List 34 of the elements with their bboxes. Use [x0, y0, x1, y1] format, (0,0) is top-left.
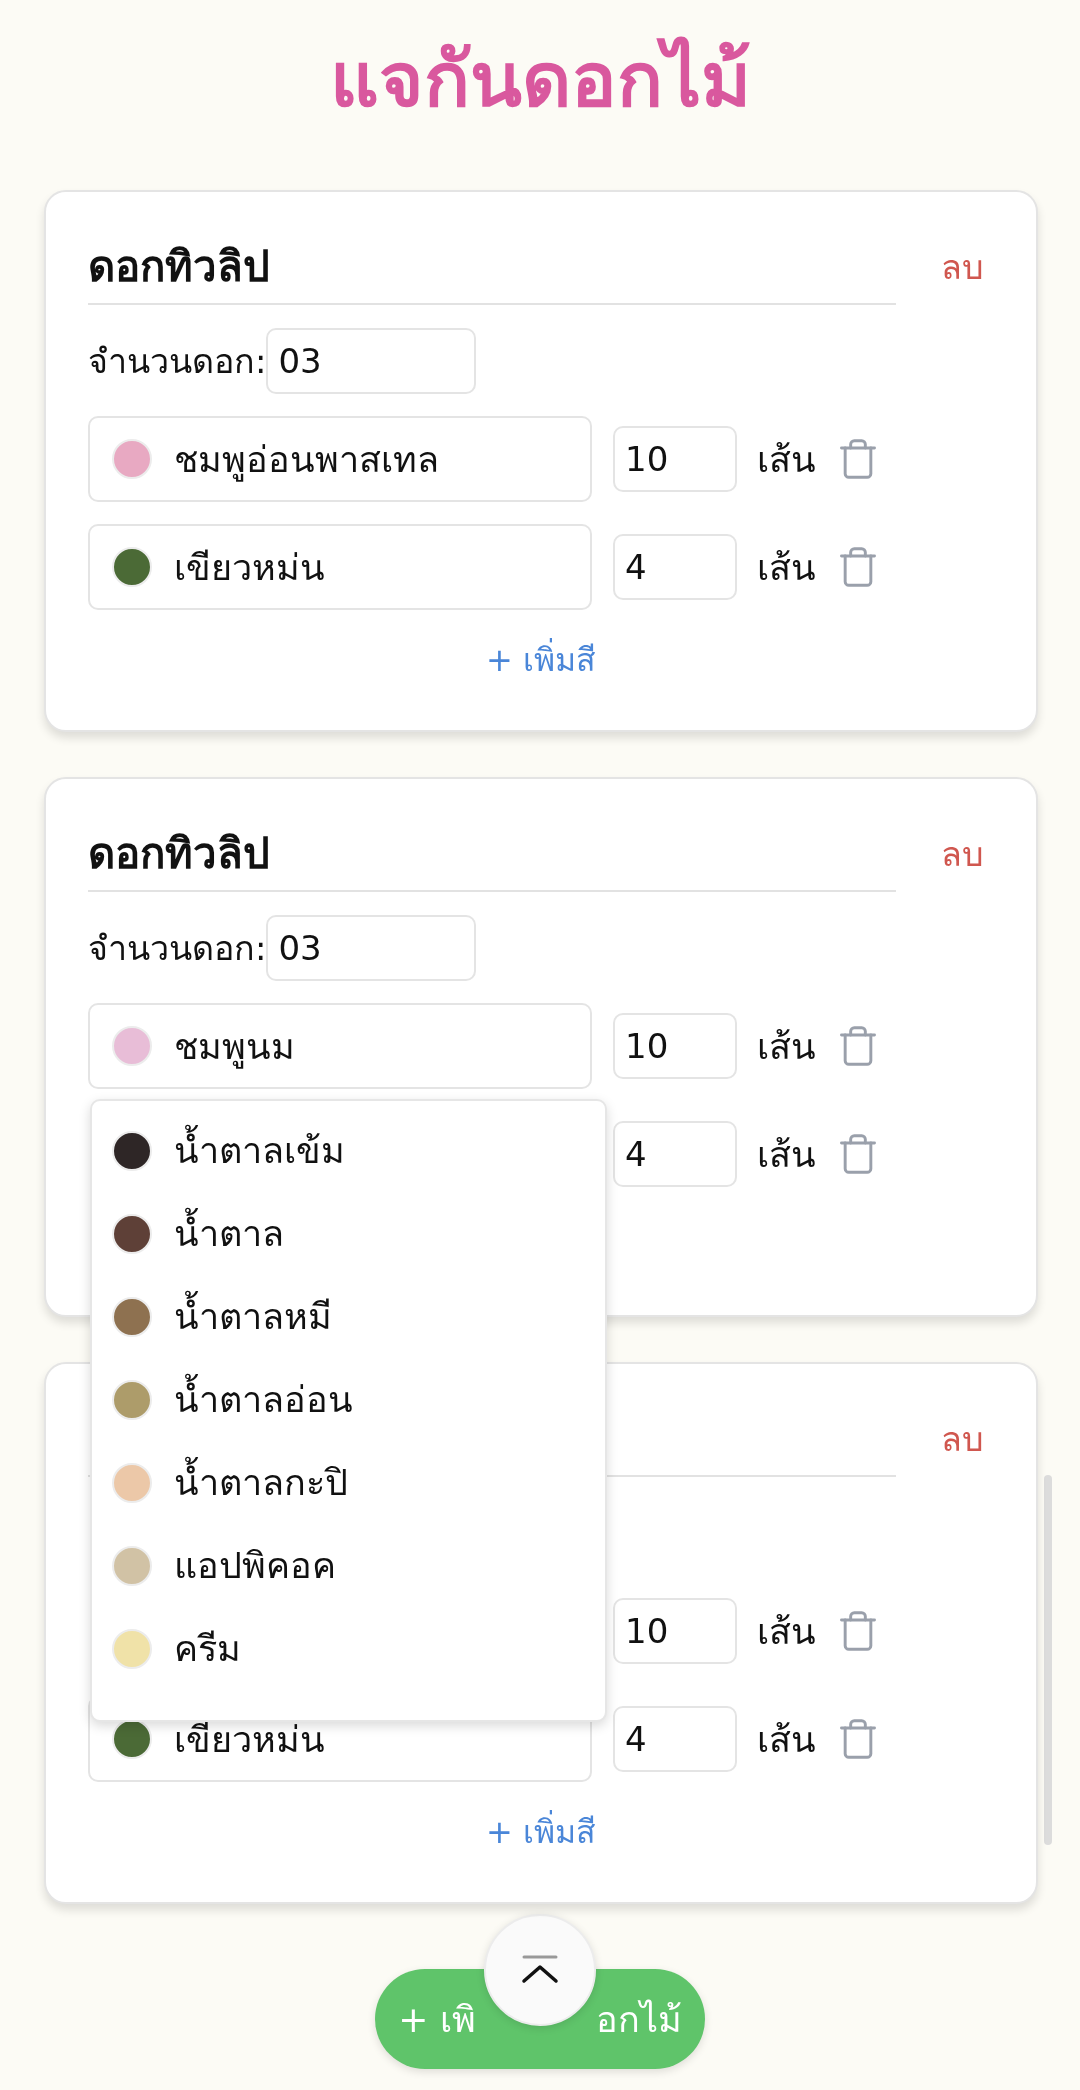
quantity-field[interactable]: 4	[613, 534, 737, 600]
flower-name: ดอกทิวลิป	[88, 240, 270, 293]
remove-link[interactable]: ลบ	[941, 1411, 984, 1466]
color-option[interactable]: แอปพิคอค	[92, 1524, 605, 1607]
unit-label: เส้น	[757, 1024, 816, 1069]
add-color-link[interactable]: + เพิ่มสี	[480, 634, 602, 686]
unit-label: เส้น	[757, 1609, 816, 1654]
unit-label: เส้น	[757, 1132, 816, 1177]
page-title: แจกันดอกไม้	[328, 34, 752, 126]
unit-label: เส้น	[757, 1717, 816, 1762]
color-option[interactable]: น้ำตาลกะปิ	[92, 1441, 605, 1524]
color-option[interactable]: น้ำตาลอ่อน	[92, 1358, 605, 1441]
quantity-field[interactable]: 10	[613, 1013, 737, 1079]
color-select[interactable]: ชมพูอ่อนพาสเทล	[88, 416, 592, 502]
count-label: จำนวนดอก:	[88, 927, 267, 970]
quantity-field[interactable]: 10	[613, 426, 737, 492]
remove-link[interactable]: ลบ	[941, 239, 984, 294]
color-select[interactable]: ชมพูนม	[88, 1003, 592, 1089]
color-option[interactable]: น้ำตาลหมี	[92, 1275, 605, 1358]
color-option[interactable]: น้ำตาลเข้ม	[92, 1109, 605, 1192]
quantity-field[interactable]: 10	[613, 1598, 737, 1664]
remove-link[interactable]: ลบ	[941, 826, 984, 881]
quantity-field[interactable]: 4	[613, 1121, 737, 1187]
quantity-field[interactable]: 4	[613, 1706, 737, 1772]
flower-name: ดอกทิวลิป	[88, 827, 270, 880]
unit-label: เส้น	[757, 437, 816, 482]
count-label: จำนวนดอก:	[88, 340, 267, 383]
count-field[interactable]: 03	[266, 915, 477, 981]
count-field[interactable]: 03	[266, 328, 477, 394]
color-option[interactable]: ครีม	[92, 1607, 605, 1690]
color-option[interactable]: น้ำตาล	[92, 1192, 605, 1275]
unit-label: เส้น	[757, 545, 816, 590]
add-color-link[interactable]: + เพิ่มสี	[480, 1806, 602, 1858]
color-select[interactable]: เขียวหม่น	[88, 524, 592, 610]
